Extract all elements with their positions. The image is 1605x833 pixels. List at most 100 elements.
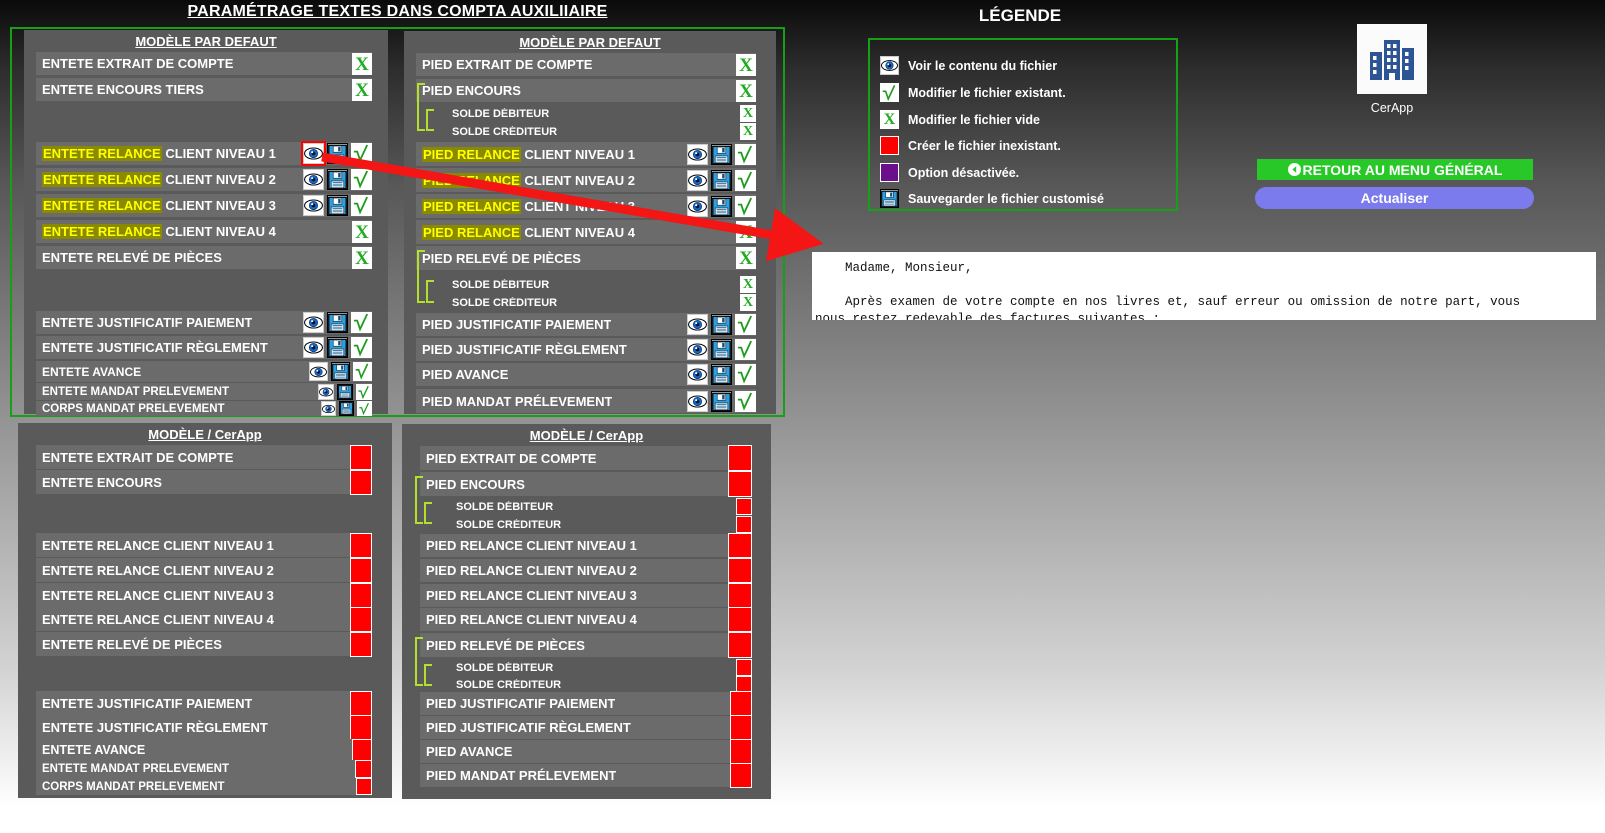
template-row[interactable]: ENTETE RELANCE CLIENT NIVEAU 3	[36, 583, 372, 607]
save-file-icon[interactable]	[327, 169, 348, 190]
view-file-icon[interactable]	[303, 312, 324, 333]
edit-existing-file-icon[interactable]	[351, 169, 372, 190]
create-file-icon[interactable]	[350, 583, 372, 608]
create-file-icon[interactable]	[728, 471, 752, 497]
file-content-preview[interactable]: Madame, Monsieur, Après examen de votre …	[812, 252, 1596, 320]
edit-empty-file-icon[interactable]: X	[736, 247, 756, 269]
edit-empty-file-icon[interactable]: X	[740, 123, 756, 140]
template-row[interactable]: PIED MANDAT PRÉLEVEMENT	[420, 764, 752, 787]
template-row[interactable]: PIED EXTRAIT DE COMPTE	[416, 53, 756, 76]
edit-existing-file-icon[interactable]	[735, 196, 756, 217]
template-row[interactable]: ENTETE RELANCE CLIENT NIVEAU 2	[36, 558, 372, 582]
view-file-icon[interactable]	[687, 196, 708, 217]
create-file-icon[interactable]	[728, 607, 752, 632]
save-file-icon[interactable]	[711, 170, 732, 191]
create-file-icon[interactable]	[736, 659, 752, 676]
template-row[interactable]: ENTETE ENCOURS	[36, 470, 372, 494]
create-file-icon[interactable]	[350, 715, 372, 740]
save-file-icon[interactable]	[711, 314, 732, 335]
edit-empty-file-icon[interactable]: X	[352, 53, 372, 75]
template-row[interactable]: PIED ENCOURS	[420, 472, 752, 496]
template-row[interactable]: ENTETE MANDAT PRÉLEVEMENT	[36, 760, 372, 778]
template-row[interactable]: ENTETE EXTRAIT DE COMPTE	[36, 445, 372, 469]
actualiser-button[interactable]: Actualiser	[1255, 187, 1534, 209]
edit-existing-file-icon[interactable]	[353, 362, 372, 381]
template-row[interactable]: ENTETE RELEVÉ DE PIÈCES	[36, 632, 372, 656]
template-row[interactable]: PIED RELEVÉ DE PIÈCES	[416, 246, 756, 270]
view-file-icon[interactable]	[309, 362, 328, 381]
template-row[interactable]: PIED RELANCE CLIENT NIVEAU 1	[420, 534, 752, 557]
template-row[interactable]: CORPS MANDAT PRÉLEVEMENT	[36, 778, 372, 795]
retour-menu-general-button[interactable]: RETOUR AU MENU GÉNÉRAL	[1257, 159, 1533, 180]
save-file-icon[interactable]	[339, 401, 354, 416]
template-row[interactable]: SOLDE DÉBITEUR	[416, 105, 756, 122]
template-row[interactable]: PIED RELANCE CLIENT NIVEAU 4	[416, 220, 756, 244]
edit-existing-file-icon[interactable]	[351, 337, 372, 358]
template-row[interactable]: PIED RELANCE CLIENT NIVEAU 3	[420, 584, 752, 607]
edit-existing-file-icon[interactable]	[735, 364, 756, 385]
create-file-icon[interactable]	[728, 583, 752, 608]
template-row[interactable]: PIED ENCOURS	[416, 79, 756, 102]
edit-empty-file-icon[interactable]: X	[740, 294, 756, 311]
create-file-icon[interactable]	[350, 470, 372, 495]
create-file-icon[interactable]	[350, 445, 372, 470]
edit-empty-file-icon[interactable]: X	[736, 54, 756, 76]
view-file-icon[interactable]	[303, 337, 324, 358]
edit-empty-file-icon[interactable]: X	[736, 221, 756, 243]
save-file-icon[interactable]	[331, 362, 350, 381]
create-file-icon[interactable]	[352, 739, 372, 761]
edit-existing-file-icon[interactable]	[351, 312, 372, 333]
template-row[interactable]: ENTETE RELEVÉ DE PIÈCES	[36, 246, 372, 269]
view-file-icon[interactable]	[301, 141, 326, 166]
create-file-icon[interactable]	[350, 691, 372, 716]
create-file-icon[interactable]	[730, 691, 752, 716]
template-row[interactable]: PIED AVANCE	[420, 740, 752, 763]
edit-existing-file-icon[interactable]	[735, 339, 756, 360]
template-row[interactable]: PIED JUSTIFICATIF RÈGLEMENT	[420, 716, 752, 739]
save-file-icon[interactable]	[711, 339, 732, 360]
create-file-icon[interactable]	[730, 763, 752, 788]
edit-empty-file-icon[interactable]: X	[352, 247, 372, 269]
template-row[interactable]: SOLDE DÉBITEUR	[420, 498, 752, 515]
create-file-icon[interactable]	[350, 632, 372, 657]
template-row[interactable]: ENTETE JUSTIFICATIF PAIEMENT	[36, 691, 372, 715]
save-file-icon[interactable]	[327, 312, 348, 333]
create-file-icon[interactable]	[730, 739, 752, 764]
create-file-icon[interactable]	[350, 533, 372, 558]
create-file-icon[interactable]	[730, 715, 752, 740]
edit-existing-file-icon[interactable]	[735, 391, 756, 412]
save-file-icon[interactable]	[711, 196, 732, 217]
edit-existing-file-icon[interactable]	[351, 143, 372, 164]
create-file-icon[interactable]	[728, 533, 752, 558]
edit-empty-file-icon[interactable]: X	[740, 276, 756, 293]
edit-empty-file-icon[interactable]: X	[736, 80, 756, 102]
edit-existing-file-icon[interactable]	[735, 314, 756, 335]
view-file-icon[interactable]	[687, 364, 708, 385]
template-row[interactable]: ENTETE RELANCE CLIENT NIVEAU 4	[36, 607, 372, 631]
create-file-icon[interactable]	[728, 558, 752, 583]
template-row[interactable]: ENTETE ENCOURS TIERS	[36, 78, 372, 101]
save-file-icon[interactable]	[327, 143, 348, 164]
create-file-icon[interactable]	[728, 445, 752, 471]
view-file-icon[interactable]	[303, 169, 324, 190]
edit-empty-file-icon[interactable]: X	[352, 79, 372, 101]
view-file-icon[interactable]	[687, 314, 708, 335]
view-file-icon[interactable]	[687, 144, 708, 165]
template-row[interactable]: ENTETE EXTRAIT DE COMPTE	[36, 52, 372, 75]
edit-empty-file-icon[interactable]: X	[740, 105, 756, 122]
template-row[interactable]: PIED RELEVÉ DE PIÈCES	[420, 633, 752, 657]
template-row[interactable]: SOLDE CRÉDITEUR	[416, 123, 756, 140]
template-row[interactable]: PIED EXTRAIT DE COMPTE	[420, 446, 752, 470]
edit-existing-file-icon[interactable]	[356, 384, 372, 400]
create-file-icon[interactable]	[728, 632, 752, 658]
edit-empty-file-icon[interactable]: X	[352, 221, 372, 243]
create-file-icon[interactable]	[356, 778, 372, 795]
save-file-icon[interactable]	[711, 391, 732, 412]
save-file-icon[interactable]	[711, 144, 732, 165]
save-file-icon[interactable]	[327, 195, 348, 216]
view-file-icon[interactable]	[687, 391, 708, 412]
edit-existing-file-icon[interactable]	[351, 195, 372, 216]
edit-existing-file-icon[interactable]	[357, 401, 372, 416]
template-row[interactable]: SOLDE DÉBITEUR	[416, 276, 756, 293]
template-row[interactable]: PIED JUSTIFICATIF PAIEMENT	[420, 692, 752, 715]
